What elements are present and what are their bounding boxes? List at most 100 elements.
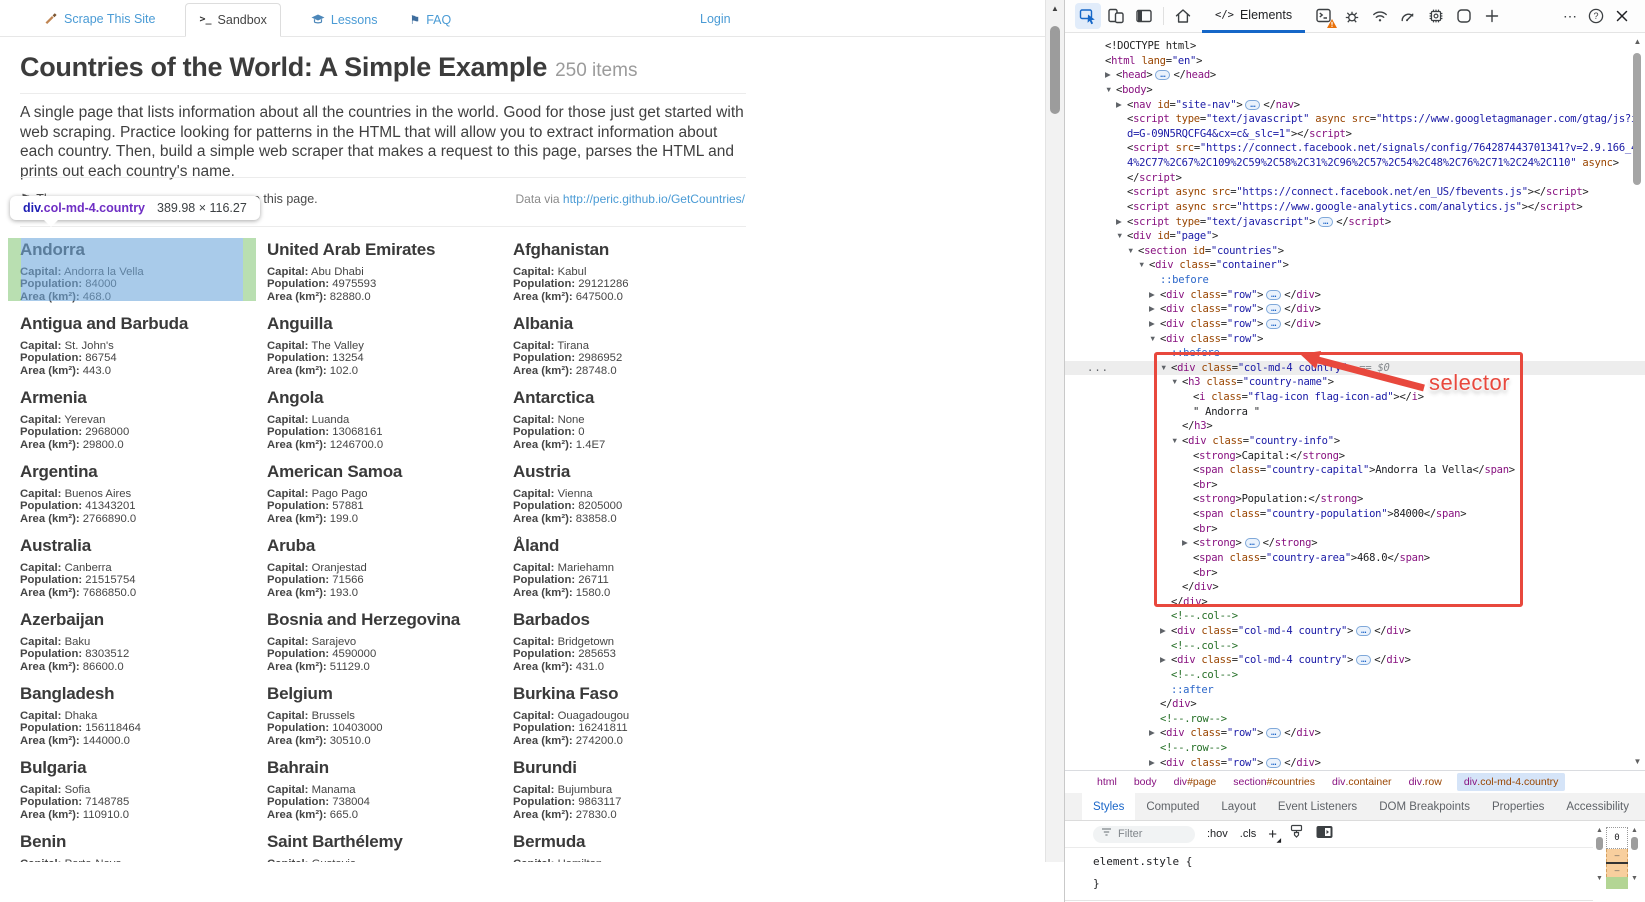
dom-tree-line[interactable]: </div> [1065, 580, 1645, 595]
dom-tree-line[interactable]: </h3> [1065, 419, 1645, 434]
dom-tree-line[interactable]: ▶<div class="col-md-4 country">…</div> [1065, 624, 1645, 639]
dom-tree-line[interactable]: ▶<div class="row">…</div> [1065, 726, 1645, 741]
breadcrumb-item[interactable]: div.row [1407, 773, 1444, 791]
tab-layout[interactable]: Layout [1210, 793, 1267, 820]
inline-expand-ellipsis[interactable]: … [1356, 626, 1371, 636]
scroll-up-arrow[interactable]: ▲ [1596, 827, 1603, 834]
expand-arrow[interactable]: ▶ [1160, 624, 1171, 639]
add-tools-icon[interactable] [1479, 3, 1505, 29]
panel-layout-icon[interactable] [1131, 3, 1157, 29]
expand-arrow[interactable]: ▶ [1182, 536, 1193, 551]
inline-expand-ellipsis[interactable]: … [1356, 655, 1371, 665]
dom-tree-line[interactable]: ::before [1065, 346, 1645, 361]
breadcrumb-item[interactable]: body [1132, 773, 1159, 791]
tab-elements[interactable]: </> Elements [1202, 0, 1305, 33]
debug-icon[interactable] [1339, 3, 1365, 29]
expand-arrow[interactable]: ▶ [1149, 302, 1160, 317]
storage-icon[interactable] [1451, 3, 1477, 29]
performance-icon[interactable] [1395, 3, 1421, 29]
dom-tree-line[interactable]: <!--.col--> [1065, 639, 1645, 654]
dom-tree-line[interactable]: ▶<div class="row">…</div> [1065, 302, 1645, 317]
tab-properties[interactable]: Properties [1481, 793, 1555, 820]
expand-arrow[interactable]: ▶ [1160, 653, 1171, 668]
expand-arrow[interactable]: ▶ [1116, 215, 1127, 230]
dom-tree-line[interactable]: <br> [1065, 522, 1645, 537]
dom-tree-line[interactable]: ▶<nav id="site-nav">…</nav> [1065, 98, 1645, 113]
inline-expand-ellipsis[interactable]: … [1155, 70, 1170, 80]
expand-arrow[interactable]: ▼ [1171, 375, 1182, 390]
dom-tree-line[interactable]: ▼<div class="container"> [1065, 258, 1645, 273]
dom-tree-line[interactable]: d=G-09N5RQCFG4&cx=c&_slc=1"></script> [1065, 127, 1645, 142]
dom-tree-line[interactable]: <strong>Population:</strong> [1065, 492, 1645, 507]
home-icon[interactable] [1170, 3, 1196, 29]
expand-arrow[interactable]: ▼ [1116, 229, 1127, 244]
expand-arrow[interactable]: ▼ [1149, 332, 1160, 347]
dom-tree-line[interactable]: ▼<h3 class="country-name"> [1065, 375, 1645, 390]
dom-tree-line[interactable]: </div> [1065, 697, 1645, 712]
breadcrumb-item[interactable]: html [1095, 773, 1119, 791]
dom-tree-line[interactable]: ::before [1065, 273, 1645, 288]
network-icon[interactable] [1367, 3, 1393, 29]
scroll-up-arrow[interactable]: ▲ [1046, 4, 1064, 13]
dom-tree-line[interactable]: </script> [1065, 171, 1645, 186]
dom-tree-line[interactable]: <!DOCTYPE html> [1065, 39, 1645, 54]
inline-expand-ellipsis[interactable]: … [1245, 100, 1260, 110]
dom-tree-line[interactable]: <span class="country-area">468.0</span> [1065, 551, 1645, 566]
mini-scrollbar[interactable]: ▲ ▼ [1593, 827, 1606, 902]
inline-expand-ellipsis[interactable]: … [1318, 217, 1333, 227]
close-icon[interactable] [1609, 3, 1635, 29]
scrollbar-thumb[interactable] [1631, 837, 1638, 850]
inline-expand-ellipsis[interactable]: … [1266, 319, 1281, 329]
dom-tree-line[interactable]: <strong>Capital:</strong> [1065, 449, 1645, 464]
expand-arrow[interactable]: ▶ [1116, 98, 1127, 113]
nav-item-scrape-this-site[interactable]: Scrape This Site [42, 2, 157, 36]
dom-tree-line[interactable]: ::after [1065, 683, 1645, 698]
tab-accessibility[interactable]: Accessibility [1555, 793, 1640, 820]
dom-tree-line[interactable]: ▶<head>…</head> [1065, 68, 1645, 83]
scroll-up-arrow[interactable]: ▲ [1631, 37, 1644, 46]
styles-filter-input[interactable]: Filter [1093, 826, 1195, 843]
scrollbar-thumb[interactable] [1633, 53, 1641, 185]
dom-tree-line[interactable]: ▼<div class="row"> [1065, 332, 1645, 347]
dom-tree-line[interactable]: <script src="https://connect.facebook.ne… [1065, 141, 1645, 156]
expand-arrow[interactable]: ▼ [1127, 244, 1138, 259]
dom-tree-line[interactable]: <!--.col--> [1065, 609, 1645, 624]
inspect-icon[interactable] [1075, 3, 1101, 29]
expand-arrow[interactable]: ▶ [1149, 726, 1160, 741]
dom-tree-line[interactable]: <script async src="https://www.google-an… [1065, 200, 1645, 215]
inline-expand-ellipsis[interactable]: … [1266, 304, 1281, 314]
dom-tree-line[interactable]: <script type="text/javascript" async src… [1065, 112, 1645, 127]
tab-styles[interactable]: Styles [1082, 793, 1135, 820]
data-source-link[interactable]: http://peric.github.io/GetCountries/ [563, 192, 745, 206]
expand-arrow[interactable]: ▶ [1149, 317, 1160, 332]
dom-tree-line[interactable]: ▶<div class="row">…</div> [1065, 317, 1645, 332]
tab-event-listeners[interactable]: Event Listeners [1267, 793, 1368, 820]
dom-tree-line[interactable]: <!--.row--> [1065, 712, 1645, 727]
dom-tree-line[interactable]: ▼<div class="country-info"> [1065, 434, 1645, 449]
dom-tree-line[interactable]: <br> [1065, 478, 1645, 493]
help-icon[interactable]: ? [1583, 3, 1609, 29]
expand-arrow[interactable]: ▶ [1105, 68, 1116, 83]
dom-tree-line[interactable]: ▶<div class="col-md-4 country">…</div> [1065, 653, 1645, 668]
dom-tree-line[interactable]: ▶<div class="row">…</div> [1065, 288, 1645, 303]
inline-expand-ellipsis[interactable]: … [1266, 290, 1281, 300]
login-link[interactable]: Login [700, 12, 731, 26]
dom-tree-line[interactable]: ▼<div id="page"> [1065, 229, 1645, 244]
scroll-down-arrow[interactable]: ▼ [1596, 875, 1603, 882]
dom-tree-line[interactable]: <span class="country-population">84000</… [1065, 507, 1645, 522]
inline-expand-ellipsis[interactable]: … [1245, 538, 1260, 548]
dom-tree-line[interactable]: <br> [1065, 566, 1645, 581]
dom-tree-line[interactable]: <script async src="https://connect.faceb… [1065, 185, 1645, 200]
breadcrumb-item[interactable]: div#page [1172, 773, 1219, 791]
paint-format-icon[interactable] [1289, 824, 1304, 844]
mini-scrollbar[interactable]: ▲ ▼ [1628, 827, 1641, 902]
scroll-down-arrow[interactable]: ▼ [1631, 757, 1644, 766]
breadcrumb-item[interactable]: section#countries [1231, 773, 1317, 791]
expand-arrow[interactable]: ▶ [1149, 756, 1160, 770]
nav-item-lessons[interactable]: Lessons [309, 4, 380, 36]
computed-sidebar-toggle-icon[interactable] [1316, 825, 1333, 844]
dom-tree-line[interactable]: <html lang="en"> [1065, 54, 1645, 69]
expand-arrow[interactable]: ▶ [1149, 288, 1160, 303]
toggle-hover-state[interactable]: :hov [1207, 828, 1228, 840]
console-icon[interactable] [1311, 3, 1337, 29]
